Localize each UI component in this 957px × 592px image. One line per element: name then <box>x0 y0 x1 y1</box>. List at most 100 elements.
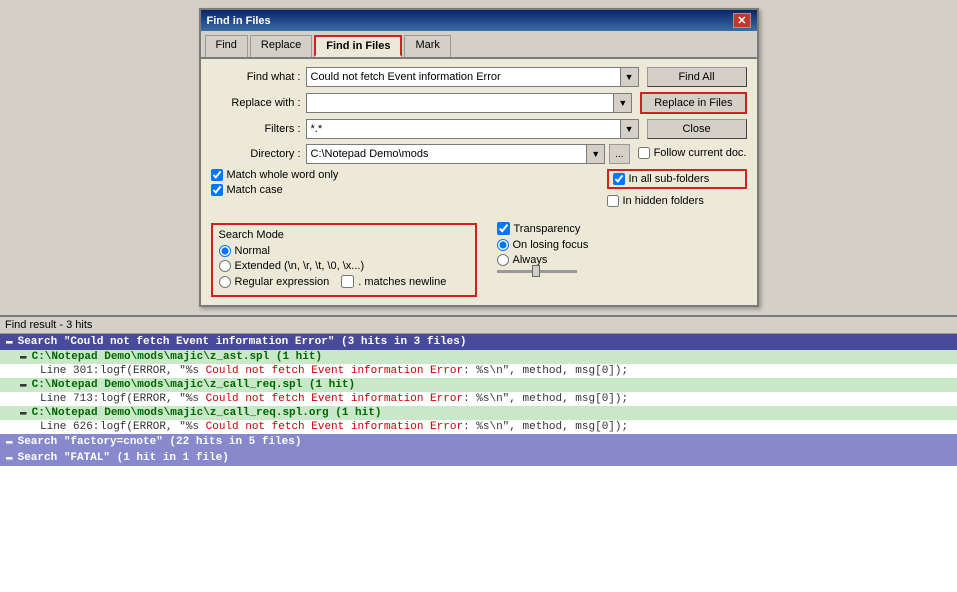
in-all-subfolders-row: In all sub-folders <box>607 169 747 189</box>
radio-normal[interactable] <box>219 245 231 257</box>
dialog-tabs: Find Replace Find in Files Mark <box>201 31 757 59</box>
file-header-2: ▬ C:\Notepad Demo\mods\majic\z_call_req.… <box>0 378 957 392</box>
file-header-1-text: C:\Notepad Demo\mods\majic\z_ast.spl (1 … <box>32 351 322 363</box>
in-hidden-folders-cb[interactable] <box>607 195 619 207</box>
replace-with-dropdown-btn[interactable]: ▼ <box>613 93 632 113</box>
file-header-1: ▬ C:\Notepad Demo\mods\majic\z_ast.spl (… <box>0 350 957 364</box>
right-folder-options: In all sub-folders In hidden folders <box>607 169 747 210</box>
left-options: Match whole word only Match case <box>211 169 597 210</box>
transparency-label: Transparency <box>514 223 581 235</box>
replace-with-input[interactable] <box>306 93 614 113</box>
follow-current-label: Follow current doc. <box>654 147 747 159</box>
line-num-2: Line 713: <box>40 393 100 405</box>
follow-current-cb[interactable] <box>638 147 650 159</box>
replace-with-row: Replace with : ▼ Replace in Files <box>211 92 747 114</box>
on-losing-focus-label: On losing focus <box>513 239 589 251</box>
expand-btn-file-2[interactable]: ▬ <box>20 379 27 391</box>
search-mode-box: Search Mode Normal Extended (\n, \r, \t,… <box>211 223 477 297</box>
tab-mark[interactable]: Mark <box>404 35 450 57</box>
right-buttons-bottom: Close <box>647 119 747 139</box>
code-before-3: logf(ERROR, "%s Could not fetch Event in… <box>100 421 628 433</box>
dialog-titlebar: Find in Files ✕ <box>201 10 757 31</box>
tab-find[interactable]: Find <box>205 35 248 57</box>
dialog-window: Find in Files ✕ Find Replace Find in Fil… <box>199 8 759 307</box>
code-line-3: Line 626: logf(ERROR, "%s Could not fetc… <box>0 420 957 434</box>
follow-current-row: Follow current doc. <box>638 147 747 159</box>
expand-btn-2[interactable]: ▬ <box>6 436 13 448</box>
match-case-label: Match case <box>227 184 283 196</box>
dialog-body: Find what : ▼ Find All Replace with : ▼ <box>201 59 757 305</box>
tab-find-in-files[interactable]: Find in Files <box>314 35 402 57</box>
search-summary-3-text: Search "FATAL" (1 hit in 1 file) <box>18 452 229 464</box>
find-what-dropdown-btn[interactable]: ▼ <box>620 67 639 87</box>
radio-on-losing-focus[interactable] <box>497 239 509 251</box>
radio-regex-row: Regular expression . matches newline <box>219 275 469 288</box>
transparency-slider[interactable] <box>497 270 577 273</box>
results-area: Find result - 3 hits ▬ Search "Could not… <box>0 315 957 592</box>
bottom-section: Search Mode Normal Extended (\n, \r, \t,… <box>211 218 747 297</box>
code-line-1: Line 301: logf(ERROR, "%s Could not fetc… <box>0 364 957 378</box>
in-hidden-folders-label: In hidden folders <box>623 195 704 207</box>
transparency-header: Transparency <box>497 222 747 235</box>
line-num-1: Line 301: <box>40 365 100 377</box>
code-before-1: logf(ERROR, "%s Could not fetch Event in… <box>100 365 628 377</box>
match-case-cb[interactable] <box>211 184 223 196</box>
search-summary-2: ▬ Search "factory=cnote" (22 hits in 5 f… <box>0 434 957 450</box>
find-what-input[interactable] <box>306 67 620 87</box>
transparency-slider-thumb[interactable] <box>532 265 540 277</box>
dialog-close-btn[interactable]: ✕ <box>733 13 750 28</box>
match-whole-word-row: Match whole word only <box>211 169 597 181</box>
search-summary-1: ▬ Search "Could not fetch Event informat… <box>0 334 957 350</box>
file-header-3: ▬ C:\Notepad Demo\mods\majic\z_call_req.… <box>0 406 957 420</box>
tab-replace[interactable]: Replace <box>250 35 312 57</box>
filters-label: Filters : <box>211 123 301 135</box>
filters-row: Filters : ▼ Close <box>211 119 747 139</box>
radio-regex-label: Regular expression <box>235 276 330 288</box>
search-summary-2-text: Search "factory=cnote" (22 hits in 5 fil… <box>18 436 302 448</box>
transparency-cb[interactable] <box>497 222 510 235</box>
replace-with-label: Replace with : <box>211 97 301 109</box>
in-hidden-folders-row: In hidden folders <box>607 195 747 207</box>
match-whole-word-cb[interactable] <box>211 169 223 181</box>
expand-btn-3[interactable]: ▬ <box>6 452 13 464</box>
find-all-btn[interactable]: Find All <box>647 67 747 87</box>
filters-dropdown: ▼ <box>306 119 639 139</box>
expand-btn-file-3[interactable]: ▬ <box>20 407 27 419</box>
filters-input[interactable] <box>306 119 620 139</box>
find-what-row: Find what : ▼ Find All <box>211 67 747 87</box>
radio-extended[interactable] <box>219 260 231 272</box>
file-header-2-text: C:\Notepad Demo\mods\majic\z_call_req.sp… <box>32 379 355 391</box>
radio-normal-row: Normal <box>219 245 469 257</box>
dialog-area: Find in Files ✕ Find Replace Find in Fil… <box>0 0 957 315</box>
code-line-2: Line 713: logf(ERROR, "%s Could not fetc… <box>0 392 957 406</box>
replace-with-dropdown: ▼ <box>306 93 633 113</box>
directory-input[interactable] <box>306 144 587 164</box>
dialog-title: Find in Files <box>207 15 271 27</box>
expand-btn-1[interactable]: ▬ <box>6 336 13 348</box>
in-all-subfolders-cb[interactable] <box>613 173 625 185</box>
directory-dropdown: ▼ <box>306 144 606 164</box>
match-whole-word-label: Match whole word only <box>227 169 339 181</box>
radio-always[interactable] <box>497 254 509 266</box>
main-container: Find in Files ✕ Find Replace Find in Fil… <box>0 0 957 592</box>
radio-regex[interactable] <box>219 276 231 288</box>
replace-in-files-btn[interactable]: Replace in Files <box>640 92 746 114</box>
directory-dropdown-btn[interactable]: ▼ <box>586 144 605 164</box>
matches-newline-label: . matches newline <box>358 276 446 288</box>
code-before-2: logf(ERROR, "%s Could not fetch Event in… <box>100 393 628 405</box>
find-what-dropdown: ▼ <box>306 67 639 87</box>
search-summary-3: ▬ Search "FATAL" (1 hit in 1 file) <box>0 450 957 466</box>
expand-btn-file-1[interactable]: ▬ <box>20 351 27 363</box>
on-losing-focus-row: On losing focus <box>497 239 747 251</box>
radio-normal-label: Normal <box>235 245 270 257</box>
file-header-3-text: C:\Notepad Demo\mods\majic\z_call_req.sp… <box>32 407 382 419</box>
close-btn[interactable]: Close <box>647 119 747 139</box>
in-all-subfolders-label: In all sub-folders <box>629 173 710 185</box>
options-area: Match whole word only Match case In all … <box>211 169 747 210</box>
directory-row: Directory : ▼ ... Follow current doc. <box>211 144 747 164</box>
filters-dropdown-btn[interactable]: ▼ <box>620 119 639 139</box>
transparency-section: Transparency On losing focus Always <box>497 218 747 297</box>
browse-btn[interactable]: ... <box>609 144 629 164</box>
matches-newline-cb[interactable] <box>341 275 354 288</box>
right-buttons-top: Find All <box>647 67 747 87</box>
